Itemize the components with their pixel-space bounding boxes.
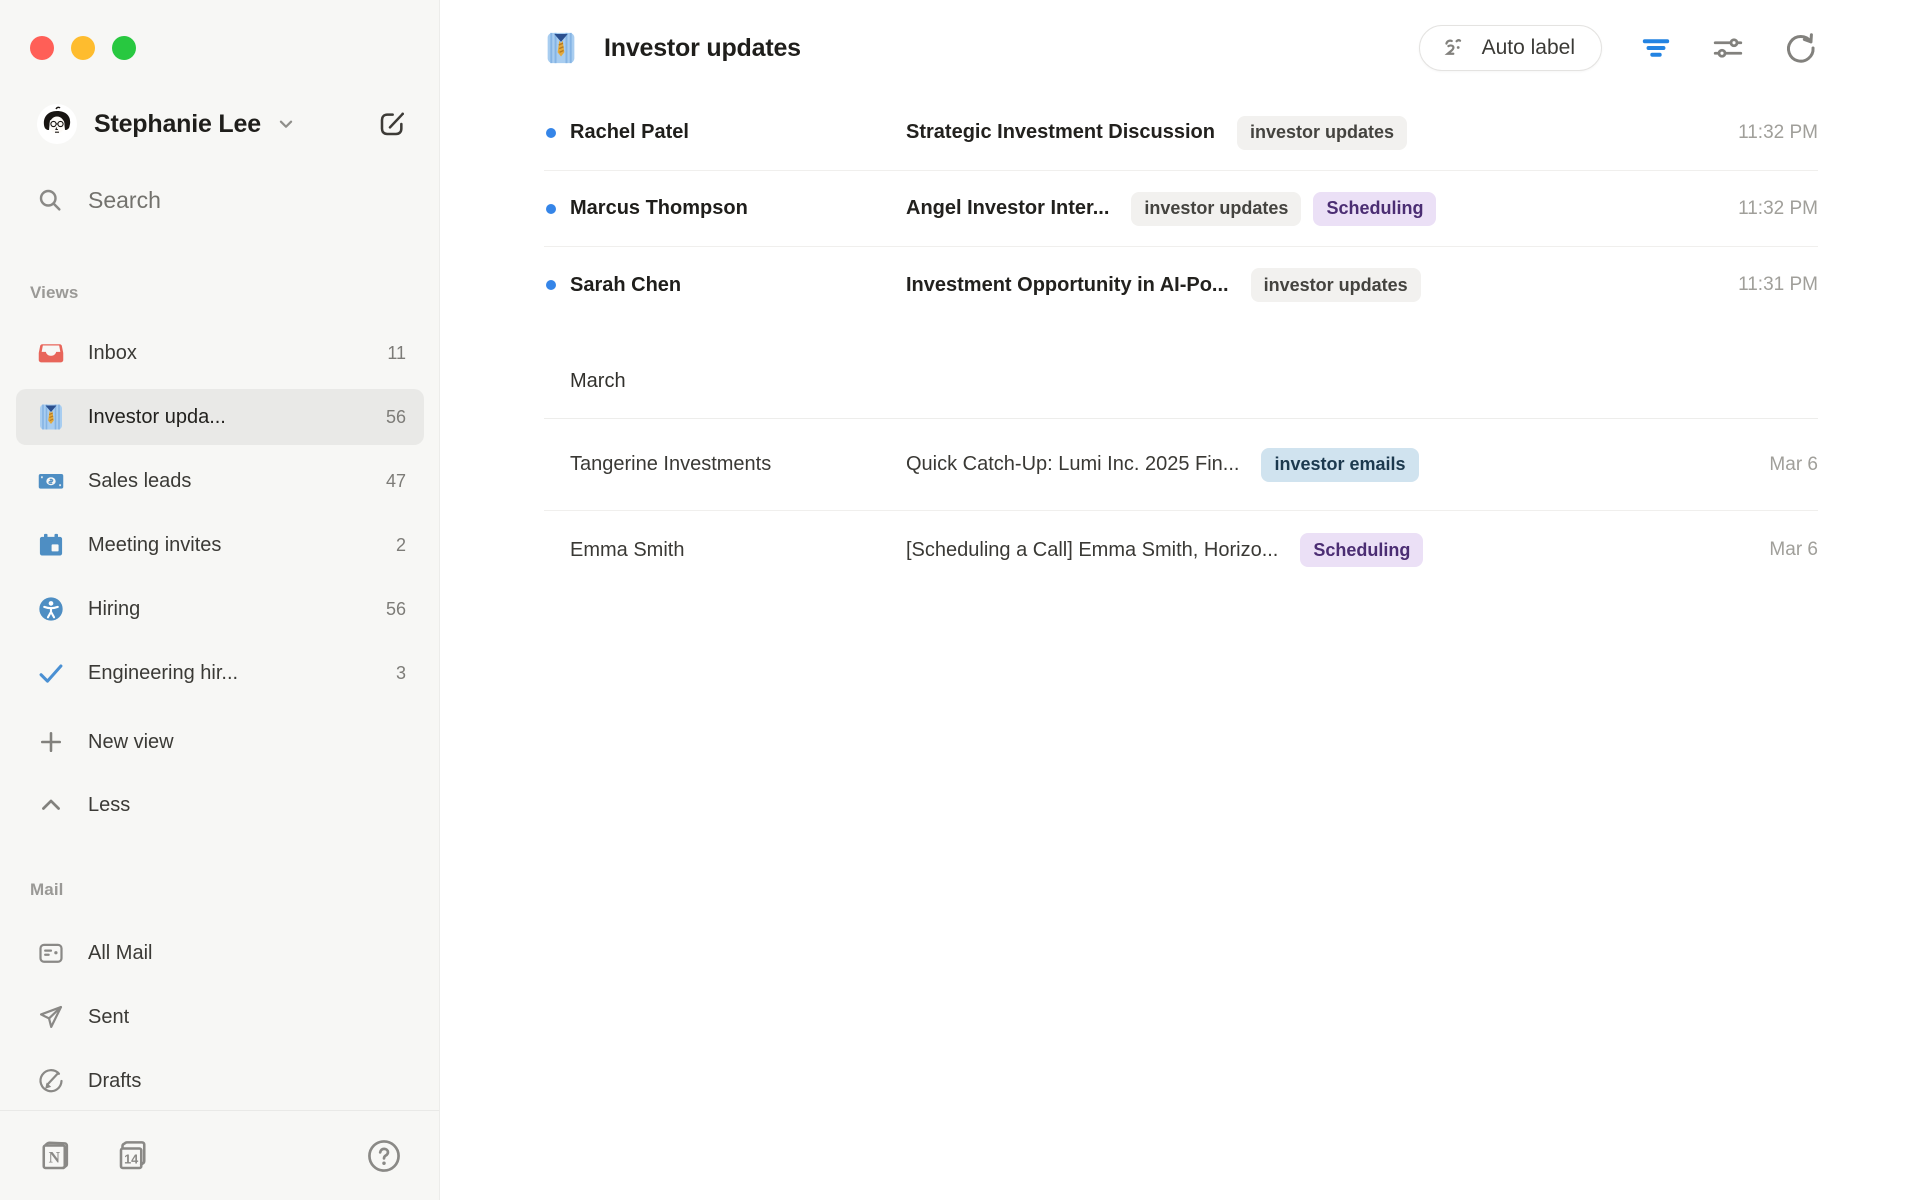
email-time: 11:32 PM xyxy=(1714,122,1818,144)
search-button[interactable]: Search xyxy=(36,186,161,214)
email-sender: Emma Smith xyxy=(570,539,906,562)
send-icon xyxy=(36,1002,66,1032)
email-time: Mar 6 xyxy=(1745,454,1818,476)
unread-count: 56 xyxy=(386,599,406,620)
sidebar-item-less[interactable]: Less xyxy=(16,777,424,833)
unread-count: 56 xyxy=(386,407,406,428)
calendar-app-icon[interactable]: 14 xyxy=(114,1137,152,1175)
help-icon[interactable] xyxy=(365,1137,403,1175)
unread-count: 47 xyxy=(386,471,406,492)
svg-text:14: 14 xyxy=(124,1152,139,1167)
account-name: Stephanie Lee xyxy=(94,110,261,139)
auto-label-button[interactable]: Auto label xyxy=(1419,25,1602,71)
unread-indicator xyxy=(546,128,556,138)
unread-count: 11 xyxy=(387,343,406,364)
sidebar-item-sales-leads[interactable]: Sales leads 47 xyxy=(16,453,424,509)
label-tag[interactable]: Scheduling xyxy=(1313,192,1436,226)
sidebar-item-investor-updates[interactable]: Investor upda... 56 xyxy=(16,389,424,445)
minimize-window-button[interactable] xyxy=(71,36,95,60)
label-tag[interactable]: investor updates xyxy=(1237,116,1407,150)
calendar-icon xyxy=(36,530,66,560)
chevron-up-icon xyxy=(36,790,66,820)
view-header: Investor updates Auto label xyxy=(544,0,1818,96)
zoom-window-button[interactable] xyxy=(112,36,136,60)
email-row[interactable]: Sarah Chen Investment Opportunity in AI-… xyxy=(544,247,1818,323)
email-subject: [Scheduling a Call] Emma Smith, Horizo..… xyxy=(906,539,1278,562)
filter-icon[interactable] xyxy=(1638,30,1674,66)
mail-section-label: Mail xyxy=(30,880,63,900)
sidebar-item-drafts[interactable]: Drafts xyxy=(16,1053,424,1109)
sidebar-footer-divider xyxy=(0,1110,439,1111)
email-row[interactable]: Tangerine Investments Quick Catch-Up: Lu… xyxy=(544,419,1818,511)
necktie-icon xyxy=(544,31,578,65)
draft-icon xyxy=(36,1066,66,1096)
unread-indicator xyxy=(546,280,556,290)
notion-icon[interactable]: N xyxy=(36,1137,74,1175)
label-tag[interactable]: Scheduling xyxy=(1300,533,1423,567)
date-section-label: March xyxy=(570,370,626,393)
unread-indicator xyxy=(546,204,556,214)
email-subject: Investment Opportunity in AI-Po... xyxy=(906,274,1229,297)
search-icon xyxy=(36,186,64,214)
email-row[interactable]: Marcus Thompson Angel Investor Inter... … xyxy=(544,171,1818,247)
checkmark-icon xyxy=(36,658,66,688)
inbox-icon xyxy=(36,338,66,368)
email-time: Mar 6 xyxy=(1745,539,1818,561)
sidebar-item-new-view[interactable]: New view xyxy=(16,714,424,770)
label-tag[interactable]: investor emails xyxy=(1261,448,1418,482)
close-window-button[interactable] xyxy=(30,36,54,60)
mail-app-window: Stephanie Lee Search Views xyxy=(0,0,1920,1200)
main-content: Investor updates Auto label xyxy=(441,0,1920,1200)
svg-text:N: N xyxy=(49,1150,61,1167)
window-controls xyxy=(30,36,136,60)
mail-icon xyxy=(36,938,66,968)
refresh-icon[interactable] xyxy=(1782,30,1818,66)
label-tag[interactable]: investor updates xyxy=(1251,268,1421,302)
unread-count: 3 xyxy=(396,663,406,684)
views-section-label: Views xyxy=(30,283,78,303)
email-subject: Angel Investor Inter... xyxy=(906,197,1109,220)
email-sender: Tangerine Investments xyxy=(570,453,906,476)
email-time: 11:31 PM xyxy=(1714,274,1818,296)
banknote-icon xyxy=(36,466,66,496)
sliders-icon[interactable] xyxy=(1710,30,1746,66)
chevron-down-icon xyxy=(275,113,297,135)
sidebar-footer: N 14 xyxy=(36,1130,403,1182)
email-time: 11:32 PM xyxy=(1714,198,1818,220)
plus-icon xyxy=(36,727,66,757)
email-row[interactable]: Emma Smith [Scheduling a Call] Emma Smit… xyxy=(544,511,1818,589)
sidebar-item-meeting-invites[interactable]: Meeting invites 2 xyxy=(16,517,424,573)
account-switcher[interactable]: Stephanie Lee xyxy=(36,100,409,148)
email-sender: Rachel Patel xyxy=(570,121,906,144)
sidebar-item-engineering-hiring[interactable]: Engineering hir... 3 xyxy=(16,645,424,701)
page-title: Investor updates xyxy=(604,34,801,63)
sidebar-item-inbox[interactable]: Inbox 11 xyxy=(16,325,424,381)
label-tag[interactable]: investor updates xyxy=(1131,192,1301,226)
email-subject: Strategic Investment Discussion xyxy=(906,121,1215,144)
date-section-header: March xyxy=(544,345,1818,419)
unread-count: 2 xyxy=(396,535,406,556)
auto-label-icon xyxy=(1440,34,1468,62)
email-sender: Marcus Thompson xyxy=(570,197,906,220)
email-subject: Quick Catch-Up: Lumi Inc. 2025 Fin... xyxy=(906,453,1239,476)
avatar xyxy=(36,103,78,145)
sidebar-item-all-mail[interactable]: All Mail xyxy=(16,925,424,981)
sidebar: Stephanie Lee Search Views xyxy=(0,0,440,1200)
email-sender: Sarah Chen xyxy=(570,274,906,297)
sidebar-item-hiring[interactable]: Hiring 56 xyxy=(16,581,424,637)
necktie-icon xyxy=(36,402,66,432)
sidebar-item-sent[interactable]: Sent xyxy=(16,989,424,1045)
email-row[interactable]: Rachel Patel Strategic Investment Discus… xyxy=(544,95,1818,171)
compose-icon[interactable] xyxy=(375,107,409,141)
person-circle-icon xyxy=(36,594,66,624)
